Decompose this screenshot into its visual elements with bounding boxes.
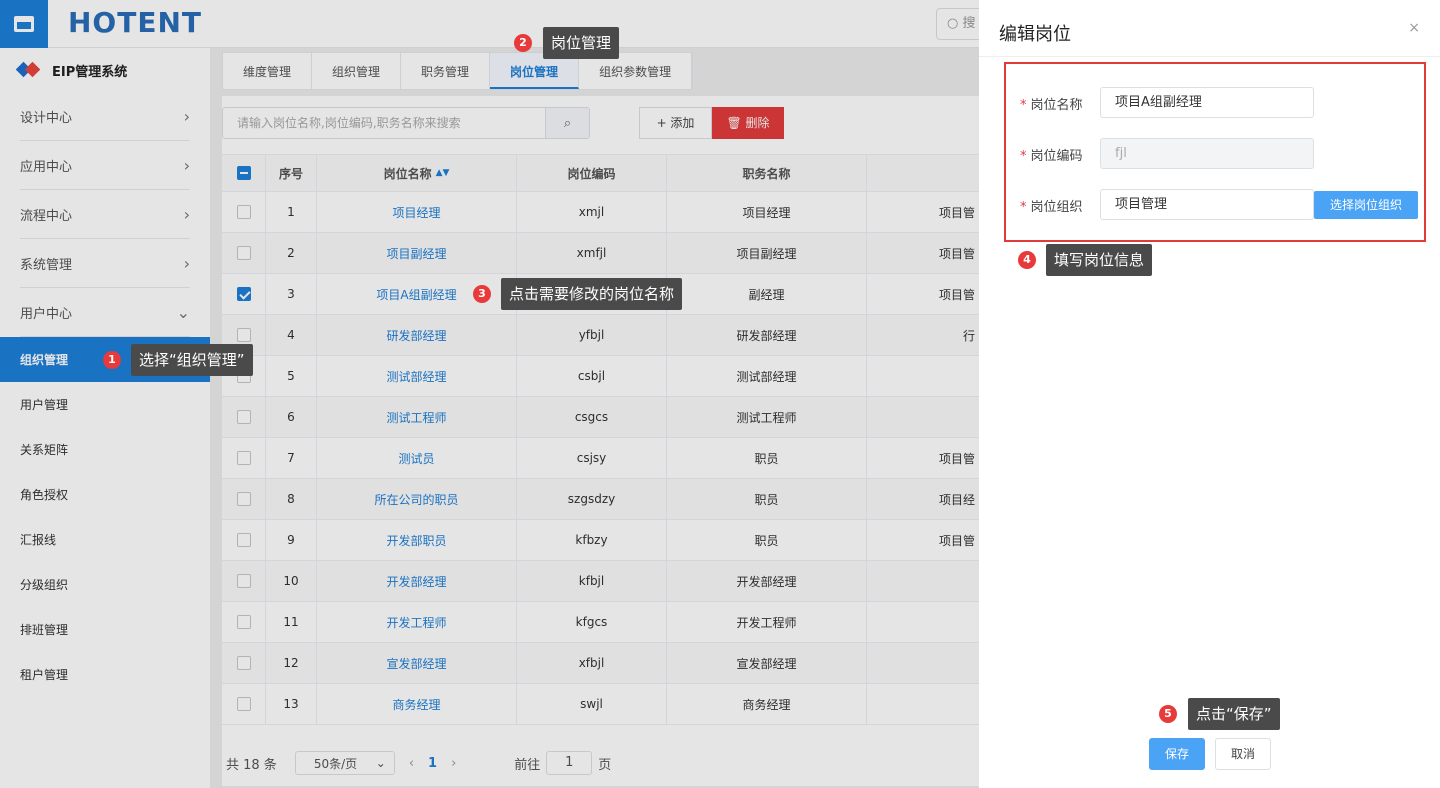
callout-number-5: 5 bbox=[1159, 705, 1177, 723]
callout-number-3: 3 bbox=[473, 285, 491, 303]
callout-number-2: 2 bbox=[514, 34, 532, 52]
close-icon[interactable]: × bbox=[1408, 20, 1420, 36]
choose-org-button[interactable]: 选择岗位组织 bbox=[1314, 191, 1418, 219]
field-label-org: * 岗位组织 bbox=[1020, 200, 1083, 215]
callout-2: 岗位管理 bbox=[543, 27, 620, 59]
field-label-name: * 岗位名称 bbox=[1020, 98, 1083, 113]
modal-overlay[interactable] bbox=[0, 0, 979, 788]
callout-number-4: 4 bbox=[1018, 251, 1036, 269]
position-name-input[interactable]: 项目A组副经理 bbox=[1100, 87, 1314, 118]
drawer-title: 编辑岗位 bbox=[999, 24, 1071, 45]
callout-5: 点击“保存” bbox=[1188, 698, 1280, 730]
callout-3: 点击需要修改的岗位名称 bbox=[501, 278, 683, 310]
callout-number-1: 1 bbox=[103, 351, 121, 369]
callout-4: 填写岗位信息 bbox=[1046, 244, 1153, 276]
save-button[interactable]: 保存 bbox=[1149, 738, 1205, 770]
position-code-input: fjl bbox=[1100, 138, 1314, 169]
callout-1: 选择“组织管理” bbox=[131, 344, 253, 376]
field-label-code: * 岗位编码 bbox=[1020, 149, 1083, 164]
cancel-button[interactable]: 取消 bbox=[1215, 738, 1271, 770]
position-org-input[interactable]: 项目管理 bbox=[1100, 189, 1314, 220]
